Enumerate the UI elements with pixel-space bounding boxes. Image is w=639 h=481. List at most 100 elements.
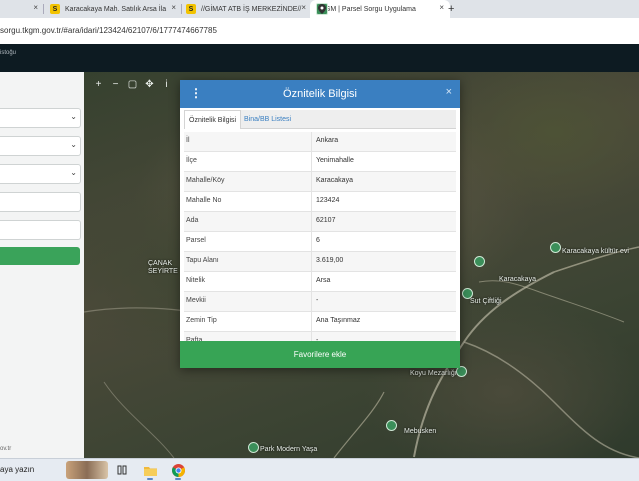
add-to-favorites-button[interactable]: Favorilere ekle [180, 341, 460, 368]
browser-tab-1[interactable]: S Karacakaya Mah. Satılık Arsa İla × [44, 0, 182, 18]
column-divider [311, 132, 312, 151]
tab-title: Karacakaya Mah. Satılık Arsa İla [65, 5, 167, 13]
chevron-down-icon: ⌄ [70, 168, 77, 177]
attribute-info-dialog: ⋮ Öznitelik Bilgisi × Öznitelik Bilgisi … [180, 80, 460, 368]
column-divider [311, 312, 312, 331]
s-favicon-icon: S [50, 4, 60, 14]
tab-close-icon[interactable]: × [439, 3, 444, 12]
browser-tab-active[interactable]: TKGM | Parsel Sorgu Uygulama × [310, 0, 450, 18]
taskbar-search-text[interactable]: aya yazın [0, 465, 34, 474]
row-key: Parsel [186, 237, 206, 244]
dialog-title: Öznitelik Bilgisi [283, 88, 357, 100]
map-toolbar: + − ▢ ✥ i ⊡ [90, 76, 192, 92]
tab-close-icon[interactable]: × [301, 3, 306, 12]
map-label: Karacakaya kültür evi [562, 248, 629, 255]
new-tab-button[interactable]: + [448, 0, 462, 18]
map-label: SEYİRTE [148, 268, 178, 275]
row-value: Yenimahalle [316, 157, 354, 164]
row-key: Mahalle No [186, 197, 222, 204]
info-button[interactable]: i [158, 76, 175, 92]
windows-taskbar: aya yazın [0, 458, 639, 481]
app-header: istoğu [0, 44, 639, 72]
row-key: İlçe [186, 157, 197, 164]
map-label: Koyu Mezarlığı [410, 370, 457, 377]
map-poi-marker[interactable] [550, 242, 561, 253]
row-value: 123424 [316, 197, 340, 204]
tab-title: //GİMAT ATB İŞ MERKEZİNDE// [201, 5, 302, 13]
column-divider [311, 272, 312, 291]
table-row: İlçe Yenimahalle [184, 152, 456, 172]
row-key: İl [186, 137, 190, 144]
file-explorer-icon[interactable] [142, 462, 158, 480]
query-button[interactable] [0, 247, 80, 265]
url-text[interactable]: sorgu.tkgm.gov.tr/#ara/idari/123424/6210… [0, 26, 217, 35]
tab-building-list[interactable]: Bina/BB Listesi [240, 110, 295, 128]
map-label: Karacakaya [499, 276, 536, 283]
column-divider [311, 212, 312, 231]
tab-close-icon[interactable]: × [33, 3, 38, 12]
row-value: Ana Taşınmaz [316, 317, 361, 324]
dialog-tabs: Öznitelik Bilgisi Bina/BB Listesi [184, 110, 456, 129]
row-value: - [316, 297, 319, 304]
map-poi-marker[interactable] [462, 288, 473, 299]
tab-title: TKGM | Parsel Sorgu Uygulama [316, 5, 416, 13]
select-area-button[interactable]: ▢ [124, 76, 141, 92]
map-poi-marker[interactable] [248, 442, 259, 453]
row-key: Ada [186, 217, 199, 224]
map-label: Park Modern Yaşa [260, 446, 318, 453]
neighborhood-select[interactable]: ⌄ [0, 164, 81, 184]
browser-tab-bar: × S Karacakaya Mah. Satılık Arsa İla × S… [0, 0, 639, 18]
column-divider [311, 252, 312, 271]
close-icon[interactable]: × [446, 86, 452, 98]
news-widget[interactable] [66, 461, 108, 479]
zoom-out-button[interactable]: − [107, 76, 124, 92]
task-view-icon[interactable] [114, 462, 130, 478]
district-select[interactable]: ⌄ [0, 136, 81, 156]
block-input[interactable] [0, 192, 81, 212]
row-key: Tapu Alanı [186, 257, 219, 264]
table-row: Mevkii - [184, 292, 456, 312]
panel-footer-text: ov.tr [0, 446, 12, 452]
app-header-text: istoğu [0, 50, 17, 56]
chevron-down-icon: ⌄ [70, 140, 77, 149]
row-value: 3.619,00 [316, 257, 344, 264]
table-row: Tapu Alanı 3.619,00 [184, 252, 456, 272]
s-favicon-icon: S [186, 4, 196, 14]
column-divider [311, 152, 312, 171]
column-divider [311, 292, 312, 311]
chrome-icon[interactable] [170, 462, 186, 480]
row-value: Karacakaya [316, 177, 353, 184]
map-poi-marker[interactable] [474, 256, 485, 267]
column-divider [311, 192, 312, 211]
address-bar[interactable]: sorgu.tkgm.gov.tr/#ara/idari/123424/6210… [0, 18, 639, 45]
zoom-in-button[interactable]: + [90, 76, 107, 92]
column-divider [311, 232, 312, 251]
browser-tab-0[interactable]: × [0, 0, 44, 18]
map-poi-marker[interactable] [386, 420, 397, 431]
table-row: Parsel 6 [184, 232, 456, 252]
tab-close-icon[interactable]: × [171, 3, 176, 12]
table-row: Ada 62107 [184, 212, 456, 232]
table-row: Mahalle No 123424 [184, 192, 456, 212]
province-select[interactable]: ⌄ [0, 108, 81, 128]
row-value: Arsa [316, 277, 331, 284]
tab-attribute-info[interactable]: Öznitelik Bilgisi [184, 110, 242, 129]
row-value: Ankara [316, 137, 339, 144]
row-key: Zemin Tip [186, 317, 217, 324]
chevron-down-icon: ⌄ [70, 112, 77, 121]
table-row: Nitelik Arsa [184, 272, 456, 292]
column-divider [311, 172, 312, 191]
map-label: Sut Çiftliği [470, 298, 502, 305]
attribute-table: İl Ankara İlçe Yenimahalle Mahalle/Köy Kara… [184, 132, 456, 352]
browser-tab-2[interactable]: S //GİMAT ATB İŞ MERKEZİNDE// × [182, 0, 312, 18]
dialog-header: ⋮ Öznitelik Bilgisi × [180, 80, 460, 108]
parcel-input[interactable] [0, 220, 81, 240]
row-value: 6 [316, 237, 320, 244]
search-side-panel: ⌄ ⌄ ⌄ ov.tr [0, 72, 85, 458]
row-key: Mevkii [186, 297, 206, 304]
row-value: 62107 [316, 217, 336, 224]
row-key: Nitelik [186, 277, 206, 284]
pan-button[interactable]: ✥ [141, 76, 158, 92]
map-label: Mebusken [404, 428, 437, 435]
map-label: ÇANAK [148, 260, 173, 267]
